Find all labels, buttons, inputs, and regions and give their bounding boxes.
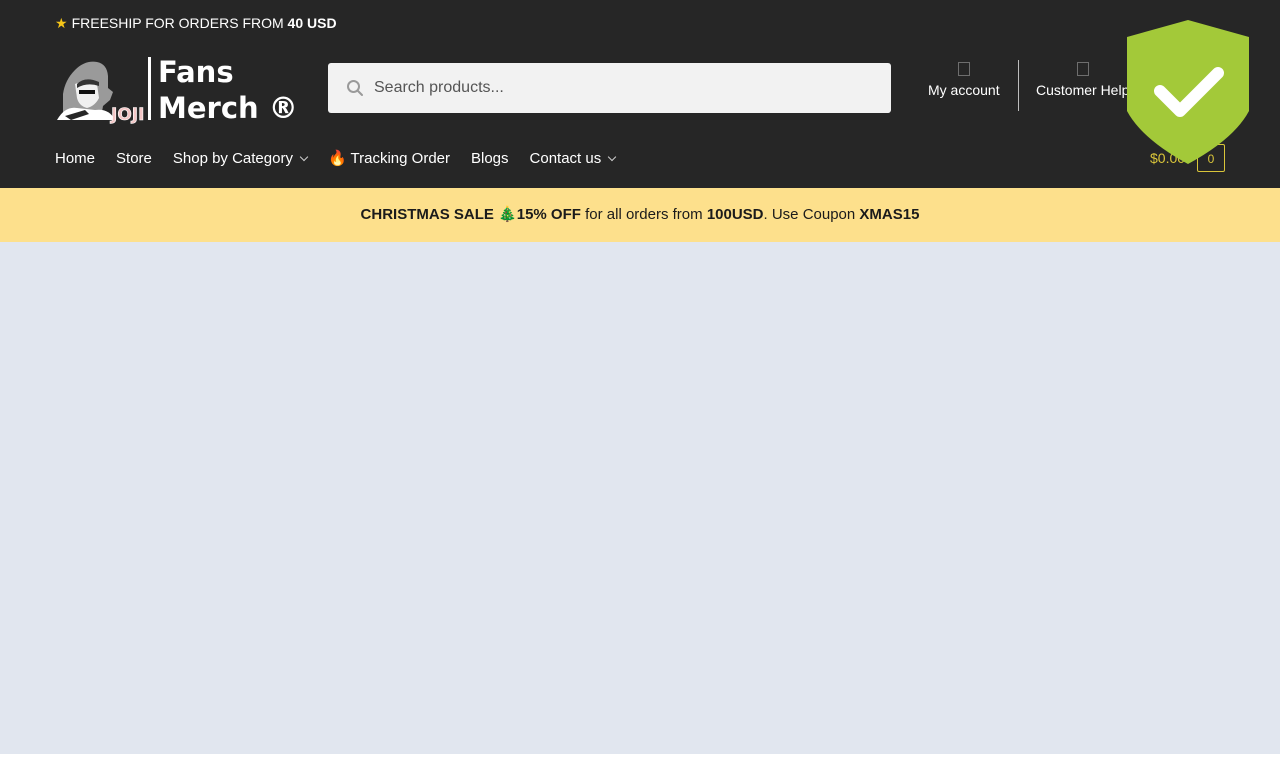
nav-blogs[interactable]: Blogs	[471, 150, 509, 167]
search-icon[interactable]	[346, 79, 364, 97]
tree-icon: 🎄	[498, 206, 517, 223]
my-account-link[interactable]: My account	[928, 62, 1000, 98]
promo-label: CHRISTMAS SALE	[360, 206, 494, 223]
promo-middle-text: for all orders from	[585, 206, 703, 223]
logo-divider	[148, 57, 151, 120]
svg-text:JOJI: JOJI	[110, 105, 144, 124]
promo-banner: CHRISTMAS SALE 🎄15% OFF for all orders f…	[0, 188, 1280, 242]
promo-threshold: 100USD	[706, 206, 764, 223]
site-header: ★ FREESHIP FOR ORDERS FROM 40 USD JOJI Fa…	[0, 0, 1280, 188]
nav-store[interactable]: Store	[116, 150, 152, 167]
user-icon	[957, 62, 970, 76]
customer-help-label: Customer Help	[1036, 82, 1130, 98]
search-input[interactable]	[372, 63, 872, 113]
promo-coupon-code: XMAS15	[859, 206, 920, 223]
account-divider	[1018, 60, 1019, 111]
my-account-label: My account	[928, 82, 1000, 98]
promo-coupon-prefix: . Use Coupon	[763, 206, 856, 223]
product-search	[328, 63, 891, 113]
chevron-down-icon	[608, 152, 617, 161]
nav-shop-by-category-label: Shop by Category	[172, 149, 293, 167]
freeship-notice: ★ FREESHIP FOR ORDERS FROM 40 USD	[55, 14, 337, 32]
mascot-logo-image: JOJI	[57, 61, 145, 124]
nav-home[interactable]: Home	[55, 150, 95, 167]
nav-contact-us[interactable]: Contact us	[529, 149, 617, 167]
logo-line-1: Fans	[158, 55, 234, 89]
nav-tracking-order[interactable]: 🔥 Tracking Order	[328, 149, 450, 167]
shield-check-icon	[1127, 20, 1249, 164]
freeship-amount: 40 USD	[287, 15, 337, 31]
nav-shop-by-category[interactable]: Shop by Category	[172, 149, 309, 167]
logo-wordmark: Fans Merch ®	[158, 54, 298, 126]
nav-contact-us-label: Contact us	[529, 149, 602, 167]
logo-line-2: Merch ®	[158, 91, 298, 125]
chevron-down-icon	[299, 152, 309, 161]
freeship-text: FREESHIP FOR ORDERS FROM	[71, 15, 284, 31]
main-nav: Home Store Shop by Category 🔥 Tracking O…	[55, 148, 636, 168]
help-icon	[1076, 62, 1089, 76]
promo-discount: 15% OFF	[516, 206, 581, 223]
customer-help-link[interactable]: Customer Help	[1036, 62, 1129, 98]
star-icon: ★	[55, 15, 68, 31]
site-logo[interactable]: JOJI Fans Merch ®	[55, 54, 298, 125]
main-content-area	[0, 242, 1280, 754]
